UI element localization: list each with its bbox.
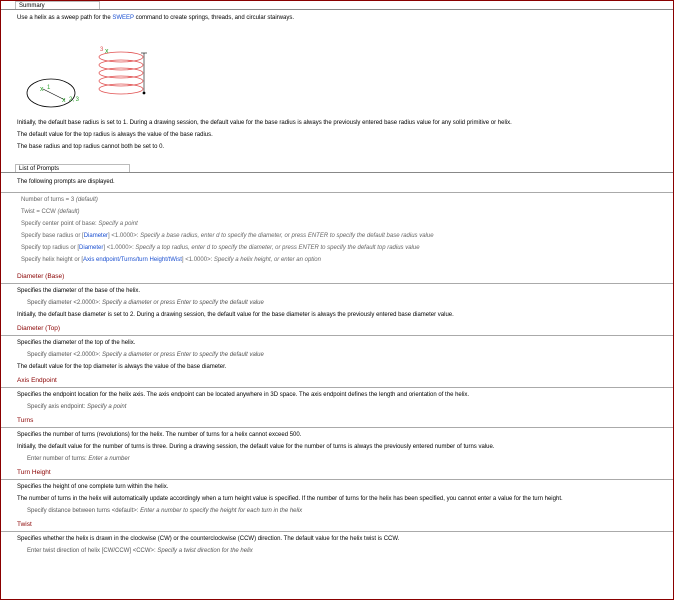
- marker-x-b: x: [62, 97, 66, 104]
- section-prompt: Specify distance between turns <default>…: [27, 508, 303, 514]
- section-lead: Specifies the height of one complete tur…: [17, 484, 169, 490]
- section-lead: Specifies the number of turns (revolutio…: [17, 432, 302, 438]
- diameter-base-link[interactable]: Diameter: [84, 233, 108, 239]
- prompts-intro: The following prompts are displayed.: [17, 179, 115, 185]
- section-prompt: Specify axis endpoint: Specify a point: [27, 404, 127, 410]
- options-link[interactable]: Axis endpoint/Turns/turn Height/tWist: [83, 257, 182, 263]
- summary-rule: [1, 9, 673, 10]
- helix-coils: [98, 51, 144, 95]
- section-prompt: Specify diameter <2.0000>: Specify a dia…: [27, 352, 264, 358]
- section-lead: Specifies the diameter of the base of th…: [17, 288, 141, 294]
- diameter-top-link[interactable]: Diameter: [79, 245, 103, 251]
- section-note: Initially, the default base diameter is …: [17, 312, 454, 318]
- section-diameter-top: Diameter (Top) Specifies the diameter of…: [1, 325, 673, 371]
- section-title: Diameter (Base): [17, 273, 65, 280]
- section-title: Turn Height: [17, 469, 51, 476]
- label-1: 1: [47, 85, 51, 91]
- section-prompt: Enter twist direction of helix [CW/CCW] …: [27, 548, 253, 554]
- section-lead: Specifies whether the helix is drawn in …: [17, 536, 400, 542]
- section-title: Twist: [17, 521, 32, 528]
- section-rule: [1, 335, 673, 336]
- section-title: Axis Endpoint: [17, 377, 57, 384]
- section-note: The default value for the top diameter i…: [17, 364, 227, 370]
- section-mid: The number of turns in the helix will au…: [17, 496, 563, 502]
- section-mid: Initially, the default value for the num…: [17, 444, 495, 450]
- summary-intro: Use a helix as a sweep path for the SWEE…: [17, 15, 663, 22]
- section-rule: [1, 531, 673, 532]
- summary-para-1: Initially, the default base radius is se…: [17, 120, 512, 126]
- label-3: 3: [100, 47, 104, 53]
- summary-para-3: The base radius and top radius cannot bo…: [17, 144, 165, 150]
- section-rule: [1, 283, 673, 284]
- label-2-3: 2, 3: [69, 97, 80, 103]
- prompt-base-radius: Specify base radius or [Diameter] <1.000…: [21, 233, 434, 239]
- sweep-link[interactable]: SWEEP: [112, 15, 134, 21]
- prompts-rule: [1, 172, 673, 173]
- summary-para-2: The default value for the top radius is …: [17, 132, 213, 138]
- intro-prefix: Use a helix as a sweep path for the: [17, 15, 113, 21]
- prompt-top-radius: Specify top radius or [Diameter] <1.0000…: [21, 245, 420, 251]
- marker-x-top: x: [105, 48, 109, 55]
- section-lead: Specifies the endpoint location for the …: [17, 392, 470, 398]
- section-prompt: Specify diameter <2.0000>: Specify a dia…: [27, 300, 264, 306]
- prompt-turns: Number of turns = 3 (default): [21, 197, 98, 203]
- section-turn-height: Turn Height Specifies the height of one …: [1, 469, 673, 515]
- section-diameter-base: Diameter (Base) Specifies the diameter o…: [1, 273, 673, 319]
- section-axis-endpoint: Axis Endpoint Specifies the endpoint loc…: [1, 377, 673, 411]
- marker-x-a: x: [40, 86, 44, 93]
- intro-suffix: command to create springs, threads, and …: [133, 15, 295, 21]
- prompt-center: Specify center point of base: Specify a …: [21, 221, 138, 227]
- section-rule: [1, 387, 673, 388]
- section-lead: Specifies the diameter of the top of the…: [17, 340, 136, 346]
- section-rule: [1, 427, 673, 428]
- prompts-divider: [1, 192, 673, 193]
- document-frame: Summary Use a helix as a sweep path for …: [0, 0, 674, 600]
- prompt-twist: Twist = CCW (default): [21, 209, 80, 215]
- axis-end-dot: [142, 91, 146, 95]
- section-turns: Turns Specifies the number of turns (rev…: [1, 417, 673, 463]
- section-rule: [1, 479, 673, 480]
- prompt-helix-height: Specify helix height or [Axis endpoint/T…: [21, 257, 321, 263]
- section-title: Turns: [17, 417, 34, 424]
- section-twist: Twist Specifies whether the helix is dra…: [1, 521, 673, 555]
- section-title: Diameter (Top): [17, 325, 60, 332]
- helix-figure: x x x 1 2, 3 3: [26, 47, 147, 108]
- section-prompt: Enter number of turns: Enter a number: [27, 456, 130, 462]
